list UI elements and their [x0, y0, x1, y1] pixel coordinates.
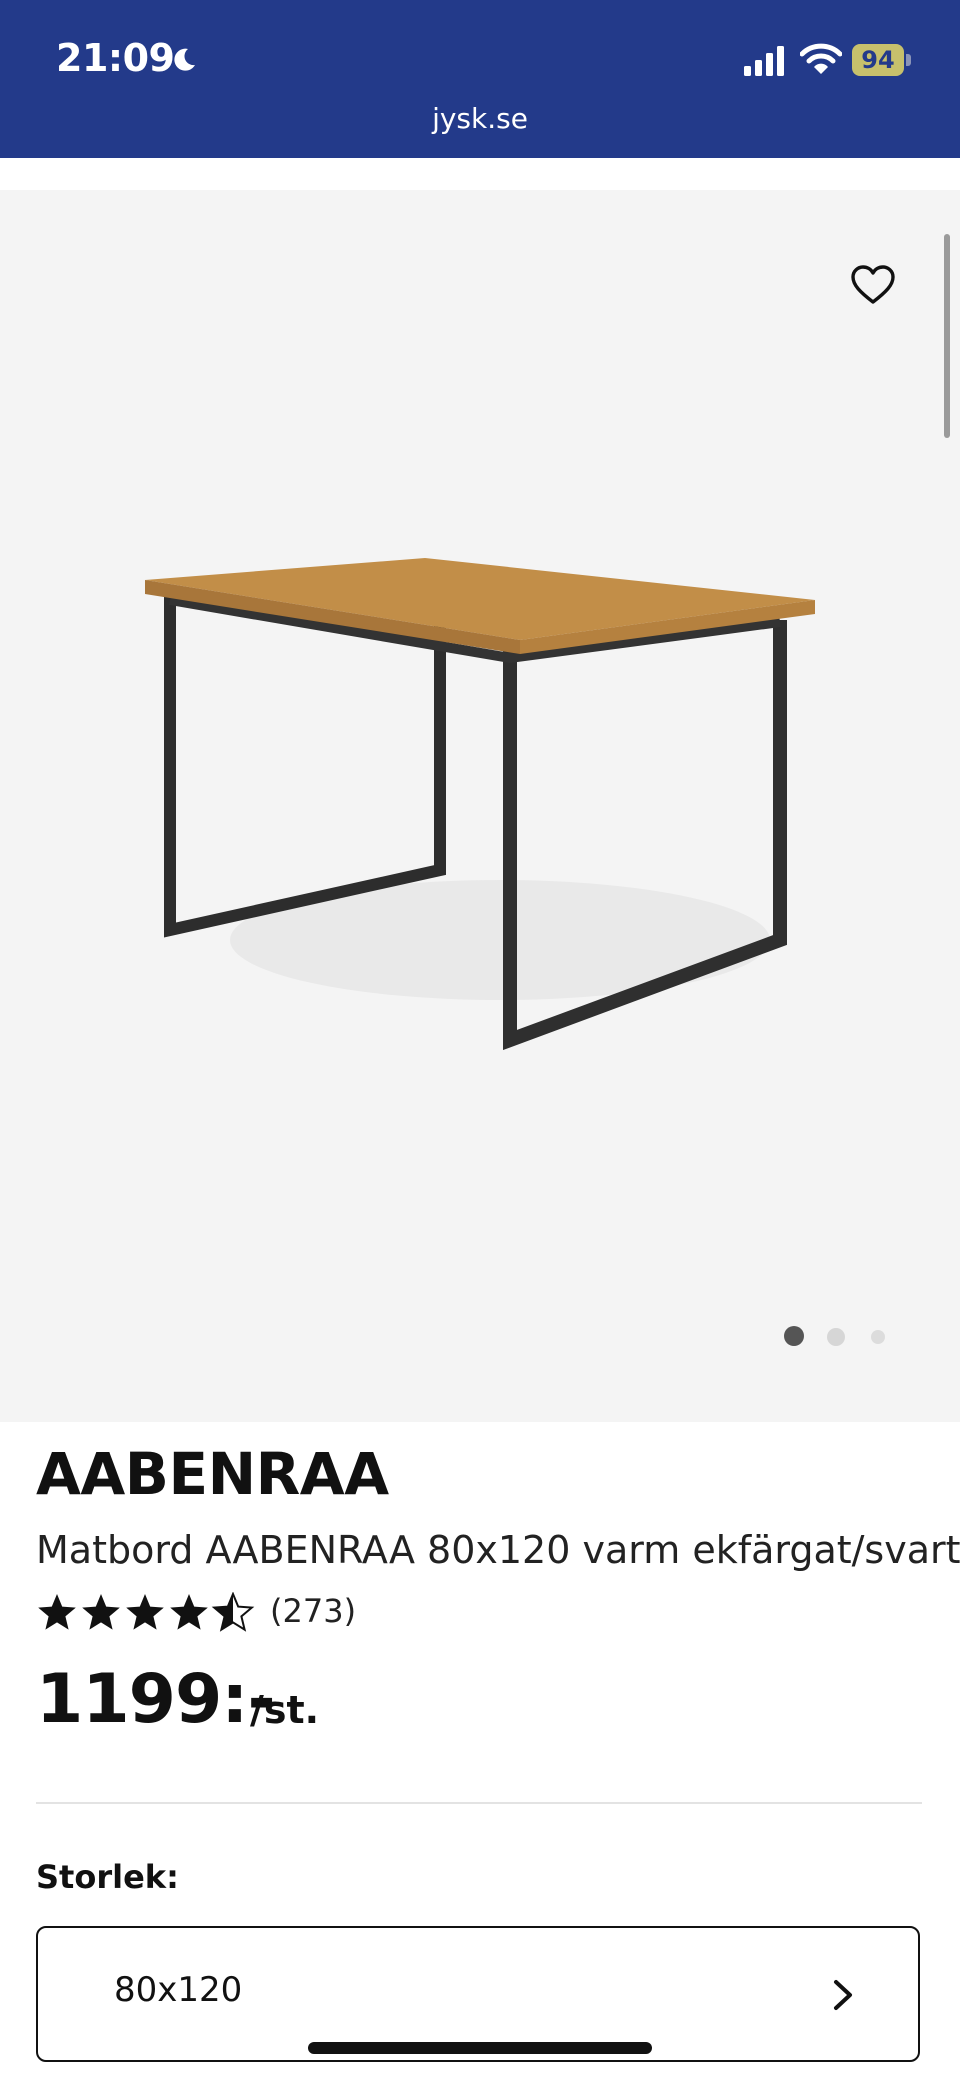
home-indicator[interactable] [308, 2042, 652, 2054]
star-icon-1 [38, 1594, 76, 1630]
battery-nub [906, 54, 911, 66]
star-icon-4 [170, 1594, 208, 1630]
star-icon-3 [126, 1594, 164, 1630]
signal-icon [744, 46, 784, 76]
size-label: Storlek: [36, 1858, 179, 1896]
battery-level: 94 [852, 44, 904, 76]
gallery-dot-2[interactable] [827, 1328, 845, 1346]
product-image [145, 558, 815, 1050]
battery-icon: 94 [852, 44, 912, 76]
status-bar: 21:09 94 jysk.se [0, 0, 960, 158]
divider [36, 1802, 922, 1804]
price-unit: /st. [250, 1688, 320, 1732]
product-price: 1199:- [36, 1660, 276, 1739]
heart-icon[interactable] [850, 264, 896, 306]
half-star-icon [213, 1593, 253, 1631]
rating-stars[interactable] [36, 1592, 256, 1634]
review-count[interactable]: (273) [270, 1592, 356, 1630]
url-label[interactable]: jysk.se [0, 102, 960, 135]
product-brand: AABENRAA [36, 1440, 389, 1508]
product-description: Matbord AABENRAA 80x120 varm ekfärgat/sv… [36, 1528, 960, 1572]
wifi-icon [800, 43, 842, 74]
gallery-dot-3[interactable] [871, 1330, 885, 1344]
moon-icon [174, 48, 195, 71]
chevron-right-icon [834, 1980, 852, 2010]
gallery-pagination[interactable] [780, 1326, 900, 1350]
scrollbar[interactable] [944, 234, 950, 438]
gallery-dot-1[interactable] [784, 1326, 804, 1346]
status-time: 21:09 [56, 36, 175, 80]
size-value: 80x120 [114, 1970, 243, 2010]
star-icon-2 [82, 1594, 120, 1630]
